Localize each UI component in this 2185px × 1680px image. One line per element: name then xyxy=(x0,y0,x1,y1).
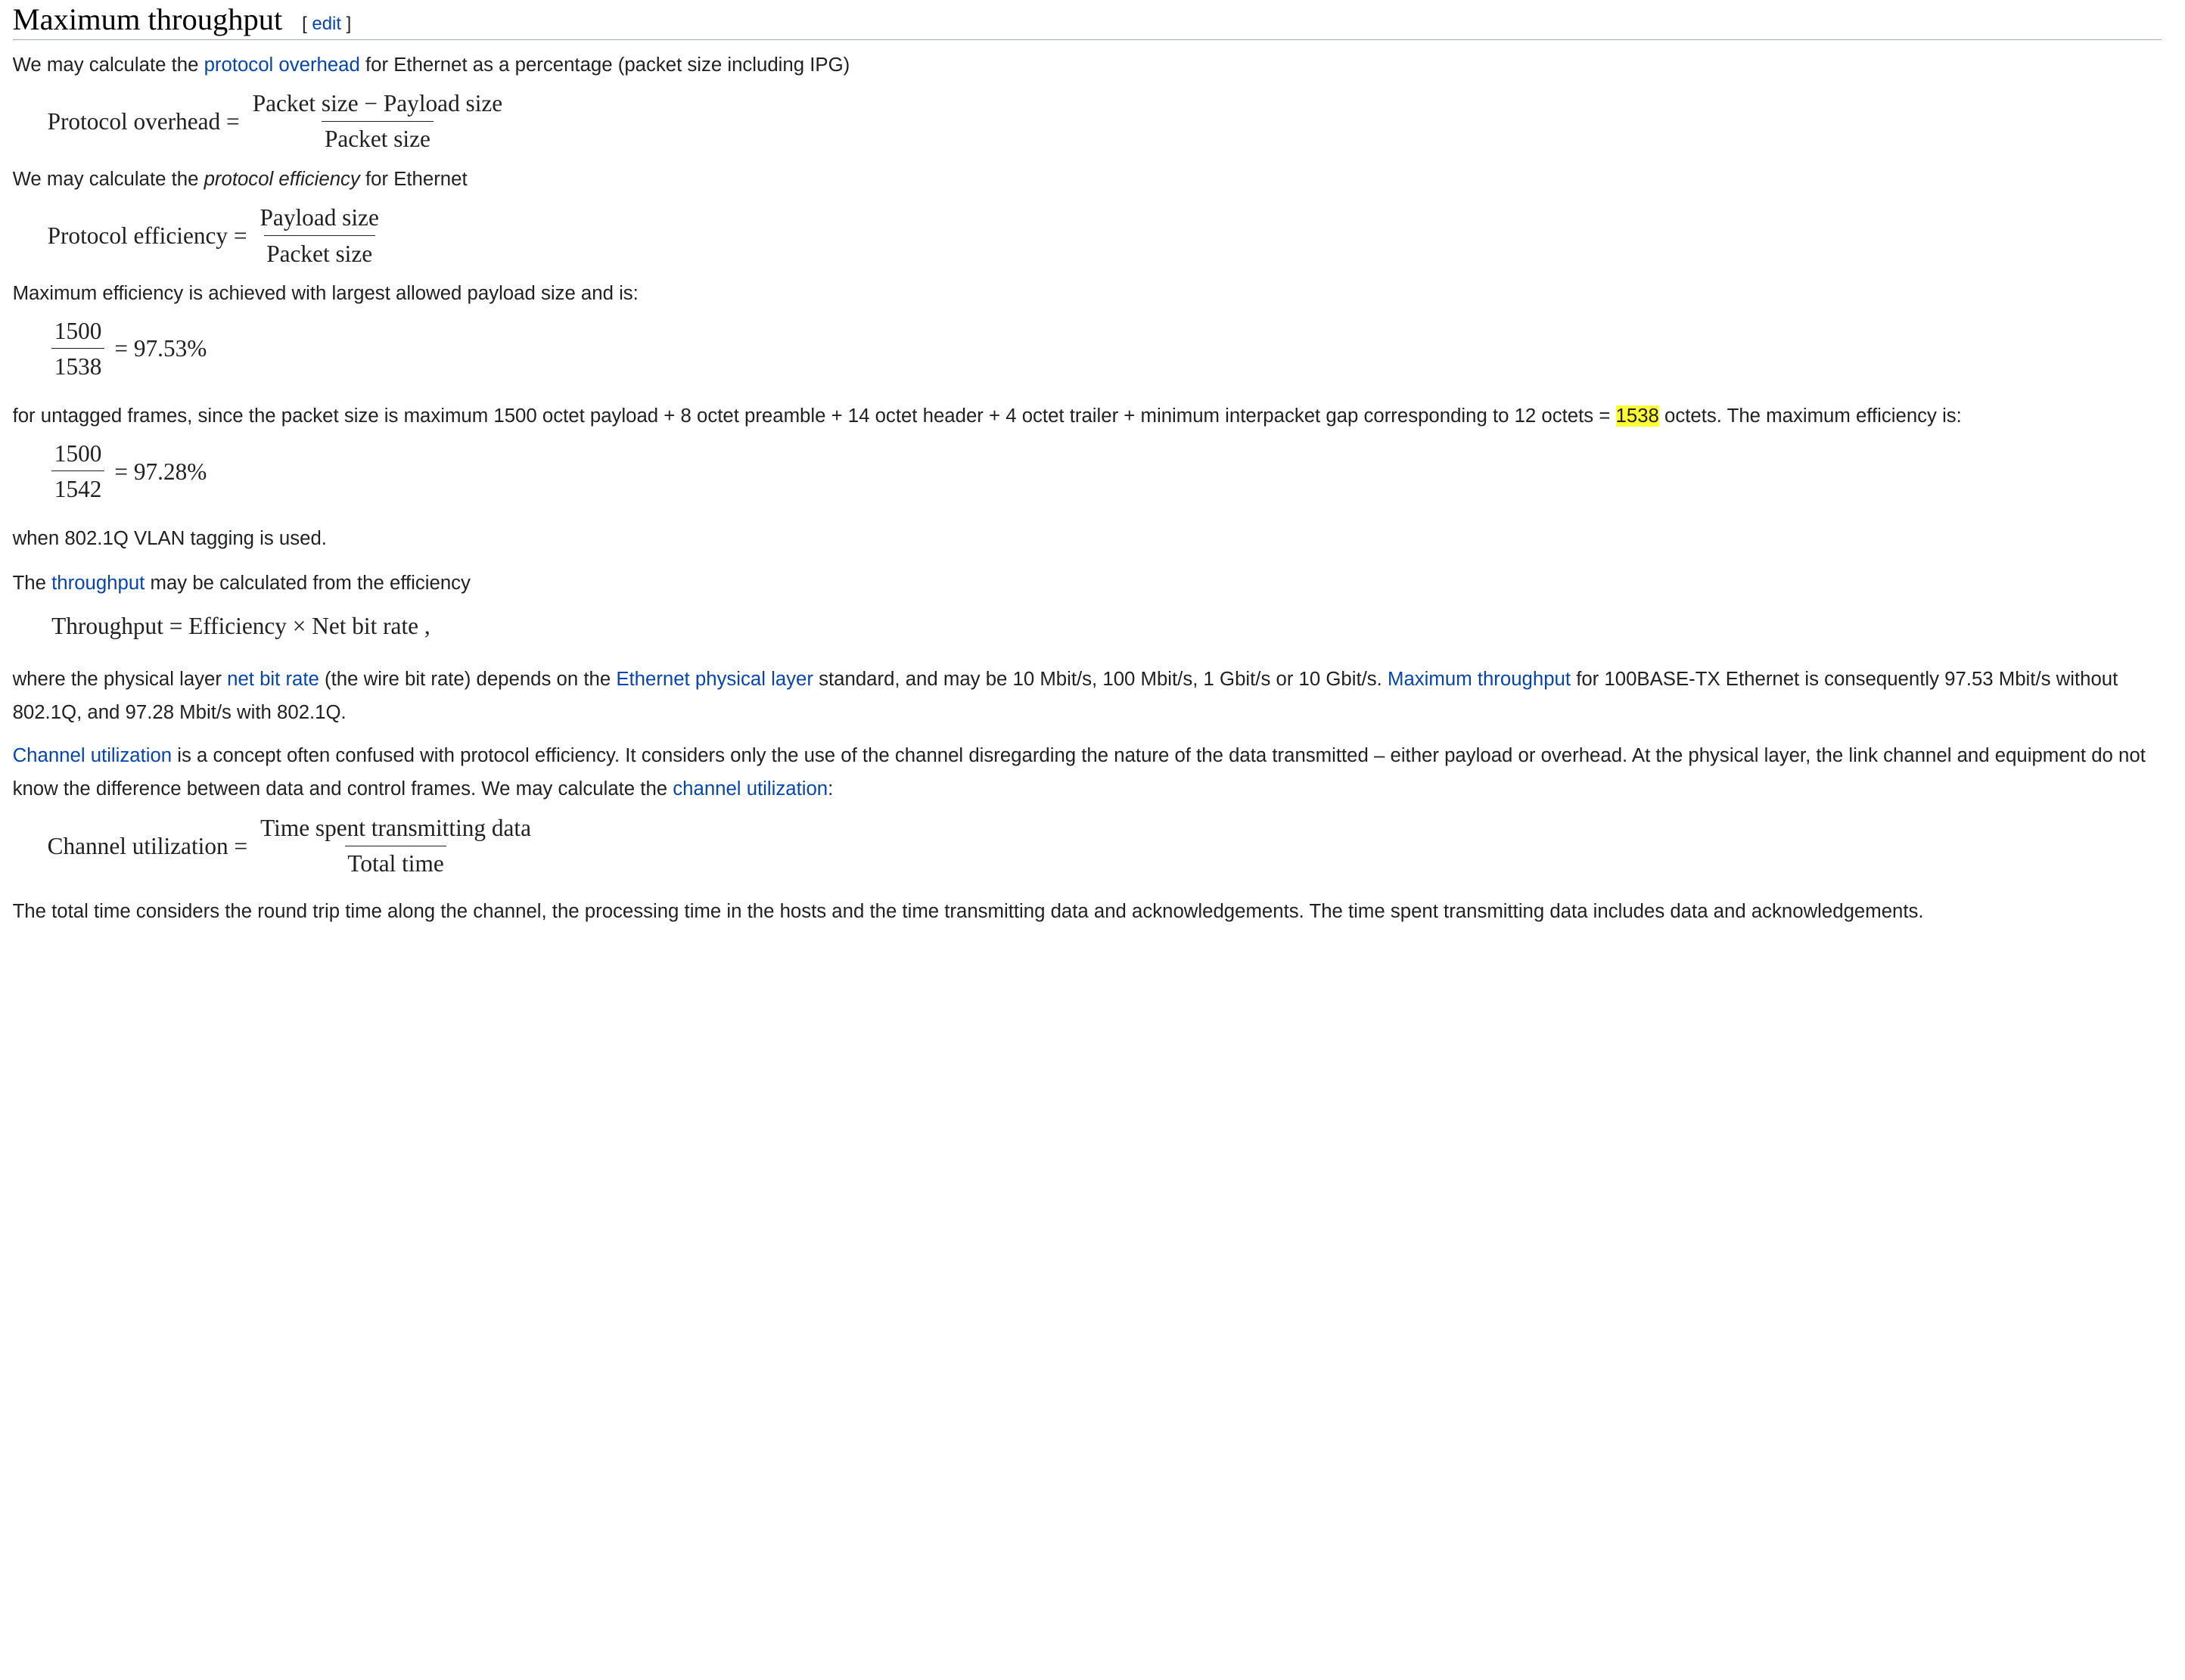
channel-utilization-link-2[interactable]: channel utilization xyxy=(673,778,828,800)
throughput-link[interactable]: throughput xyxy=(51,573,145,594)
highlighted-number: 1538 xyxy=(1615,405,1659,427)
paragraph-channel-utilization: Channel utilization is a concept often c… xyxy=(12,745,2146,800)
edit-section: [ edit ] xyxy=(302,14,351,35)
formula-lhs: Protocol overhead xyxy=(47,108,221,135)
section-title: Maximum throughput xyxy=(12,2,283,36)
formula-text: Throughput = Efficiency × Net bit rate , xyxy=(51,612,430,639)
channel-utilization-link[interactable]: Channel utilization xyxy=(13,745,172,766)
fraction: 1500 1542 xyxy=(51,439,105,505)
numerator: 1500 xyxy=(54,317,102,344)
formula-protocol-overhead: Protocol overhead = Packet size − Payloa… xyxy=(13,82,2162,163)
fraction: 1500 1538 xyxy=(51,316,105,383)
formula-untagged-efficiency: 1500 1538 = 97.53% xyxy=(13,310,2162,388)
formula-channel-utilization: Channel utilization = Time spent transmi… xyxy=(13,806,2162,887)
page: Maximum throughput [ edit ] We may calcu… xyxy=(0,0,2185,1680)
formula-result: = 97.28% xyxy=(108,458,207,485)
formula-throughput: Throughput = Efficiency × Net bit rate , xyxy=(13,600,2162,653)
paragraph-max-efficiency: Maximum efficiency is achieved with larg… xyxy=(12,282,639,304)
maximum-throughput-link[interactable]: Maximum throughput xyxy=(1388,669,1571,690)
article-content: Maximum throughput [ edit ] We may calcu… xyxy=(0,0,2174,929)
formula-lhs: Protocol efficiency xyxy=(47,222,228,250)
numerator: 1500 xyxy=(54,439,102,467)
paragraph-throughput-intro: The throughput may be calculated from th… xyxy=(12,572,471,594)
formula-protocol-efficiency: Protocol efficiency = Payload size Packe… xyxy=(13,196,2162,277)
paragraph-overhead-intro: We may calculate the protocol overhead f… xyxy=(12,54,850,76)
net-bit-rate-link[interactable]: net bit rate xyxy=(227,669,319,690)
paragraph-vlan-tagging: when 802.1Q VLAN tagging is used. xyxy=(12,527,327,549)
numerator: Payload size xyxy=(260,204,379,231)
formula-tagged-efficiency: 1500 1542 = 97.28% xyxy=(13,433,2162,511)
denominator: 1538 xyxy=(51,348,105,382)
edit-bracket-close: ] xyxy=(341,14,352,34)
protocol-overhead-link[interactable]: protocol overhead xyxy=(204,54,360,76)
formula-lhs: Channel utilization xyxy=(47,832,228,859)
denominator: 1542 xyxy=(51,470,105,505)
fraction: Payload size Packet size xyxy=(257,203,382,269)
denominator: Packet size xyxy=(322,120,434,155)
denominator: Total time xyxy=(344,845,447,880)
edit-link[interactable]: edit xyxy=(312,14,341,34)
fraction: Packet size − Payload size Packet size xyxy=(250,89,505,155)
paragraph-untagged-frames: for untagged frames, since the packet si… xyxy=(12,405,1962,427)
paragraph-efficiency-intro: We may calculate the protocol efficiency… xyxy=(12,168,468,190)
protocol-efficiency-term: protocol efficiency xyxy=(204,168,360,190)
denominator: Packet size xyxy=(263,234,375,269)
section-header: Maximum throughput [ edit ] xyxy=(12,0,2162,40)
ethernet-physical-layer-link[interactable]: Ethernet physical layer xyxy=(616,669,813,690)
fraction: Time spent transmitting data Total time xyxy=(257,813,533,880)
formula-result: = 97.53% xyxy=(108,335,207,362)
edit-bracket-open: [ xyxy=(302,14,312,34)
numerator: Time spent transmitting data xyxy=(260,815,532,842)
paragraph-net-bit-rate: where the physical layer net bit rate (t… xyxy=(12,668,2118,724)
numerator: Packet size − Payload size xyxy=(252,90,503,117)
